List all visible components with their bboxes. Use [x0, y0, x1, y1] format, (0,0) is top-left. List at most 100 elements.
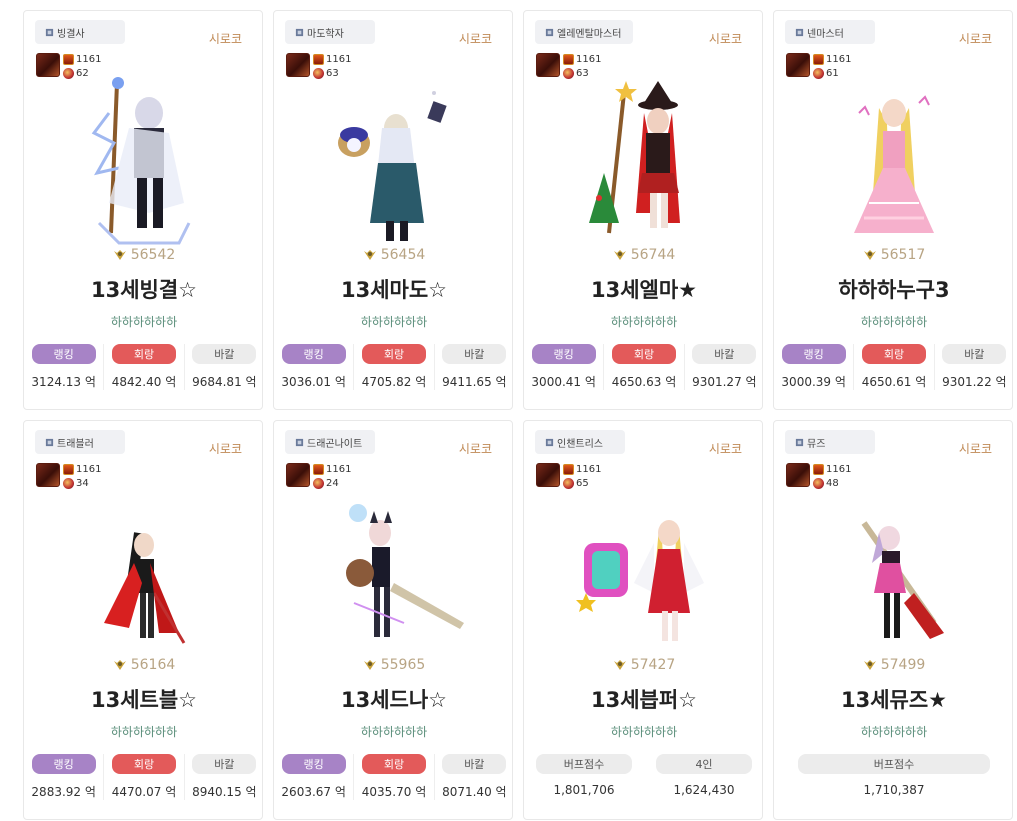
item-level: 1161: [576, 463, 602, 475]
fame-icon: [113, 250, 126, 260]
character-sprite: [24, 73, 264, 248]
buff-score-label: 버프점수: [798, 754, 990, 774]
bakal-label: 바칼: [692, 344, 757, 364]
fame-value: 56454: [380, 247, 426, 263]
rank-value: 3036.01 억: [281, 375, 346, 389]
adventure-name: 하하하하하하: [360, 315, 428, 329]
character-card[interactable]: 빙결사 시로코 1161 62 56542 13세빙결☆ 하하하하하하 랭킹 3…: [23, 10, 263, 410]
job-icon: [795, 28, 804, 36]
character-card[interactable]: 넨마스터 시로코 1161 61 56517 하하하누구3 하하하하하하 랭킹 …: [773, 10, 1013, 410]
item-level-icon: [63, 53, 74, 65]
buff-stats: 버프점수 1,710,387: [774, 754, 1014, 797]
item-level-icon: [313, 463, 324, 475]
character-sprite: [24, 483, 264, 658]
buff-score-value: 1,801,706: [553, 783, 615, 797]
adventure-name: 하하하하하하: [860, 725, 928, 739]
item-level: 1161: [576, 53, 602, 65]
job-icon: [45, 28, 54, 36]
character-name[interactable]: 13세마도☆: [274, 274, 514, 304]
character-sprite: [274, 73, 514, 248]
hero-value: 4035.70 억: [361, 785, 427, 799]
job-icon: [295, 28, 304, 36]
job-name: 넨마스터: [807, 28, 844, 40]
damage-stats: 랭킹 3000.39 억 회랑 4650.61 억 바칼 9301.22 억: [774, 344, 1014, 390]
bakal-value: 9301.27 억: [692, 375, 757, 389]
rank-value: 3000.39 억: [781, 375, 846, 389]
character-name[interactable]: 13세트블☆: [24, 684, 264, 714]
job-badge: 인챈트리스: [535, 430, 625, 454]
character-name[interactable]: 하하하누구3: [774, 274, 1014, 304]
fame: 55965: [274, 657, 514, 673]
hero-value: 4650.61 억: [861, 375, 927, 389]
damage-stats: 랭킹 2883.92 억 회랑 4470.07 억 바칼 8940.15 억: [24, 754, 264, 800]
hero-label: 회랑: [111, 754, 176, 774]
character-name[interactable]: 13세뮤즈★: [774, 684, 1014, 714]
character-name[interactable]: 13세븝퍼☆: [524, 684, 764, 714]
rank-value: 3000.41 억: [531, 375, 596, 389]
hero-label: 회랑: [111, 344, 176, 364]
adventure-name: 하하하하하하: [610, 725, 678, 739]
character-card[interactable]: 인챈트리스 시로코 1161 65 57427 13세븝퍼☆ 하하하하하하 버프…: [523, 420, 763, 820]
hero-label: 회랑: [861, 344, 926, 364]
server-name: 시로코: [708, 32, 742, 46]
character-sprite: [274, 483, 514, 658]
bakal-label: 바칼: [442, 754, 507, 774]
character-card[interactable]: 뮤즈 시로코 1161 48 57499 13세뮤즈★ 하하하하하하 버프점수 …: [773, 420, 1013, 820]
job-name: 엘레멘탈마스터: [557, 28, 622, 40]
job-icon: [545, 438, 554, 446]
hero-label: 회랑: [611, 344, 676, 364]
fame: 56542: [24, 247, 264, 263]
character-card[interactable]: 트래블러 시로코 1161 34 56164 13세트블☆ 하하하하하하 랭킹 …: [23, 420, 263, 820]
adventure-name: 하하하하하하: [110, 725, 178, 739]
buff-score-value: 1,710,387: [863, 783, 925, 797]
server-name: 시로코: [208, 442, 242, 456]
item-level: 1161: [76, 53, 102, 65]
rank-value: 2603.67 억: [281, 785, 346, 799]
fame-value: 56164: [130, 657, 176, 673]
item-level: 1161: [326, 53, 352, 65]
server-name: 시로코: [958, 32, 992, 46]
hero-value: 4650.63 억: [611, 375, 677, 389]
item-level: 1161: [326, 463, 352, 475]
item-level: 1161: [826, 463, 852, 475]
hero-value: 4705.82 억: [361, 375, 427, 389]
item-level-icon: [313, 53, 324, 65]
character-name[interactable]: 13세엘마★: [524, 274, 764, 304]
character-name[interactable]: 13세빙결☆: [24, 274, 264, 304]
fame: 57499: [774, 657, 1014, 673]
job-name: 빙결사: [57, 28, 85, 40]
hero-label: 회랑: [361, 344, 426, 364]
fame-value: 57499: [880, 657, 926, 673]
job-badge: 트래블러: [35, 430, 125, 454]
item-level: 1161: [826, 53, 852, 65]
character-sprite: [774, 73, 1014, 248]
damage-stats: 랭킹 3036.01 억 회랑 4705.82 억 바칼 9411.65 억: [274, 344, 514, 390]
job-icon: [545, 28, 554, 36]
bakal-label: 바칼: [442, 344, 507, 364]
rank-label: 랭킹: [31, 344, 96, 364]
fame-value: 56517: [880, 247, 926, 263]
job-name: 드래곤나이트: [307, 438, 363, 450]
fame-icon: [863, 660, 876, 670]
character-sprite: [774, 483, 1014, 658]
bakal-label: 바칼: [942, 344, 1007, 364]
fame-icon: [613, 250, 626, 260]
job-badge: 뮤즈: [785, 430, 875, 454]
bakal-value: 9411.65 억: [442, 375, 507, 389]
fame-icon: [363, 660, 376, 670]
adventure-name: 하하하하하하: [860, 315, 928, 329]
adventure-name: 하하하하하하: [360, 725, 428, 739]
rank-label: 랭킹: [31, 754, 96, 774]
bakal-label: 바칼: [192, 344, 257, 364]
bakal-value: 8940.15 억: [192, 785, 257, 799]
character-name[interactable]: 13세드나☆: [274, 684, 514, 714]
character-card[interactable]: 드래곤나이트 시로코 1161 24 55965 13세드나☆ 하하하하하하 랭…: [273, 420, 513, 820]
buff-score-label: 버프점수: [536, 754, 632, 774]
job-icon: [795, 438, 804, 446]
character-card[interactable]: 엘레멘탈마스터 시로코 1161 63 56744 13세엘마★ 하하하하하하 …: [523, 10, 763, 410]
item-level-icon: [813, 53, 824, 65]
character-card[interactable]: 마도학자 시로코 1161 63 56454 13세마도☆ 하하하하하하 랭킹 …: [273, 10, 513, 410]
character-sprite: [524, 483, 764, 658]
job-name: 뮤즈: [807, 438, 826, 450]
job-name: 트래블러: [57, 438, 94, 450]
